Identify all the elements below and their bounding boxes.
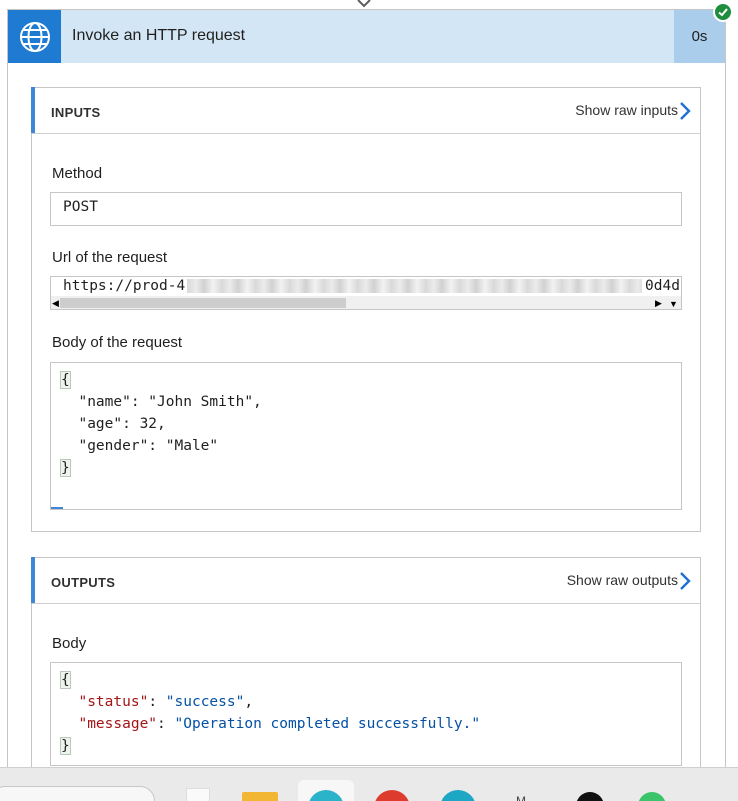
json-close-brace: }: [60, 737, 71, 755]
outputs-header: OUTPUTS Show raw outputs: [31, 557, 700, 604]
show-raw-inputs-link[interactable]: Show raw inputs: [575, 102, 678, 118]
section-accent: [31, 87, 35, 133]
success-check-icon: [713, 2, 733, 22]
action-title: Invoke an HTTP request: [72, 27, 246, 44]
taskbar: M: [0, 767, 738, 801]
file-explorer-icon[interactable]: [242, 792, 278, 801]
taskbar-search[interactable]: [0, 786, 155, 801]
action-header[interactable]: Invoke an HTTP request 0s: [8, 10, 725, 63]
outputs-section: OUTPUTS Show raw outputs Body { "status"…: [31, 557, 701, 787]
json-value-message: "Operation completed successfully.": [174, 716, 481, 732]
json-close-brace: }: [60, 459, 71, 477]
inputs-header: INPUTS Show raw inputs: [31, 87, 700, 134]
chevron-right-icon[interactable]: [678, 101, 692, 121]
json-key-message: "message": [78, 716, 158, 732]
inputs-title: INPUTS: [51, 105, 101, 120]
show-raw-outputs-link[interactable]: Show raw outputs: [567, 572, 678, 588]
app-icon[interactable]: [440, 790, 476, 801]
json-open-brace: {: [60, 671, 71, 689]
json-line: "name": "John Smith",: [61, 394, 262, 410]
json-line: "gender": "Male": [61, 438, 219, 454]
method-field[interactable]: POST: [50, 192, 682, 226]
url-redacted: [187, 279, 642, 293]
chevron-right-icon[interactable]: [678, 571, 692, 591]
scroll-left-icon[interactable]: ◀: [52, 298, 59, 309]
method-label: Method: [52, 165, 103, 182]
run-history-page: Invoke an HTTP request 0s INPUTS Show ra…: [0, 0, 738, 801]
chrome-browser-icon[interactable]: [374, 790, 410, 801]
url-horizontal-scrollbar[interactable]: ◀ ▶ ▼: [51, 296, 681, 309]
url-value-end: 0d4d: [645, 278, 680, 294]
outputs-title: OUTPUTS: [51, 575, 116, 590]
inputs-section: INPUTS Show raw inputs Method POST Url o…: [31, 87, 701, 532]
app-icon[interactable]: [638, 792, 666, 801]
url-field[interactable]: https://prod-4 0d4d ◀ ▶ ▼: [50, 276, 682, 310]
scroll-right-icon[interactable]: ▶: [655, 298, 662, 309]
scrollbar-thumb[interactable]: [60, 298, 346, 308]
globe-icon: [8, 10, 61, 63]
task-view-icon[interactable]: [186, 788, 210, 801]
scroll-down-icon[interactable]: ▼: [669, 299, 678, 309]
json-value-status: "success": [165, 694, 245, 710]
url-label: Url of the request: [52, 249, 168, 266]
github-icon[interactable]: [576, 792, 604, 801]
request-body-code: { "name": "John Smith", "age": 32, "gend…: [60, 369, 262, 479]
response-body-field[interactable]: { "status": "success", "message": "Opera…: [50, 662, 682, 766]
body-label: Body of the request: [52, 334, 183, 351]
connector-arrow-icon: [357, 0, 371, 8]
json-open-brace: {: [60, 371, 71, 389]
mail-icon[interactable]: M: [516, 794, 530, 801]
response-body-code: { "status": "success", "message": "Opera…: [60, 671, 481, 755]
json-line: "age": 32,: [61, 416, 166, 432]
section-accent: [31, 557, 35, 603]
request-body-field[interactable]: { "name": "John Smith", "age": 32, "gend…: [50, 362, 682, 510]
method-value: POST: [63, 199, 98, 215]
output-body-label: Body: [52, 635, 87, 652]
resize-caret: [51, 507, 63, 509]
json-key-status: "status": [78, 694, 149, 710]
